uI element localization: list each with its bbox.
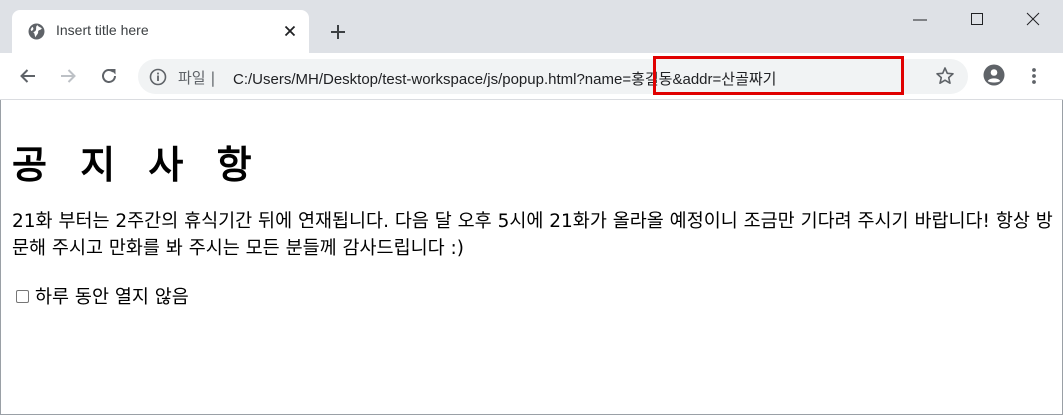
globe-icon <box>28 23 45 40</box>
info-icon[interactable] <box>149 68 167 86</box>
forward-arrow-icon[interactable] <box>57 65 79 87</box>
profile-icon[interactable] <box>983 64 1005 86</box>
dont-show-today-checkbox[interactable] <box>16 289 29 303</box>
dont-show-today-row: 하루 동안 열지 않음 <box>16 283 189 309</box>
tab-title: Insert title here <box>56 22 149 38</box>
url-scheme-label: 파일 | <box>178 69 216 87</box>
notice-body: 21화 부터는 2주간의 휴식기간 뒤에 연재됩니다. 다음 달 오후 5시에 … <box>12 211 1053 259</box>
maximize-icon[interactable] <box>955 8 999 32</box>
dont-show-today-label[interactable]: 하루 동안 열지 않음 <box>35 283 189 309</box>
minimize-icon[interactable] <box>898 8 942 32</box>
active-tab[interactable]: Insert title here <box>12 10 309 53</box>
url-path: C:/Users/MH/Desktop/test-workspace/js/po… <box>233 71 577 88</box>
more-menu-icon[interactable] <box>1024 66 1044 86</box>
back-arrow-icon[interactable] <box>17 65 39 87</box>
tab-strip: Insert title here <box>0 0 1063 53</box>
page-title: 공 지 사 항 <box>12 143 262 187</box>
star-icon[interactable] <box>935 66 955 86</box>
close-icon[interactable] <box>282 23 298 39</box>
new-tab-button[interactable] <box>328 22 348 42</box>
reload-icon[interactable] <box>98 65 120 87</box>
query-highlight-box <box>653 56 904 95</box>
window-close-icon[interactable] <box>1011 8 1055 32</box>
